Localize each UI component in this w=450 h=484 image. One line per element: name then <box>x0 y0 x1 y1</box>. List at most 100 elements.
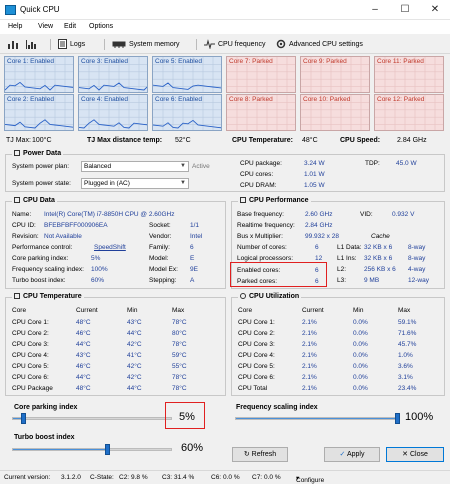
utilization-cell: 0.0% <box>353 363 368 370</box>
core-label: Core 11: Parked <box>377 58 424 65</box>
cpu-data-label: Revision: <box>12 233 39 240</box>
core-tile[interactable]: Core 3: Enabled <box>78 56 148 93</box>
gear-icon <box>276 39 286 49</box>
utilization-cell: 71.6% <box>398 330 417 337</box>
cpu-data-value: Intel(R) Core(TM) i7-8850H CPU @ 2.60GHz <box>44 211 175 218</box>
cache-value: 256 KB x 6 <box>364 266 396 273</box>
cpu-icon <box>240 197 246 204</box>
cpu-data-value: 60% <box>91 277 105 284</box>
core-tile[interactable]: Core 10: Parked <box>300 94 370 131</box>
system-memory-button[interactable]: System memory <box>112 38 180 51</box>
core-label: Core 9: Parked <box>303 58 347 65</box>
logs-button[interactable]: Logs <box>58 38 85 51</box>
utilization-cell: 3.1% <box>398 374 413 381</box>
frequency-scaling-slider[interactable] <box>235 413 400 424</box>
cpu-data-value: 6 <box>190 244 194 251</box>
core-tile[interactable]: Core 4: Enabled <box>78 94 148 131</box>
c2-value: 9.8 % <box>131 474 148 481</box>
base-frequency-value: 2.60 GHz <box>305 211 333 218</box>
highlight-box-cores <box>230 262 327 287</box>
core-tile[interactable]: Core 5: Enabled <box>152 56 222 93</box>
advanced-cpu-settings-button[interactable]: Advanced CPU settings <box>276 38 363 51</box>
core-tile[interactable]: Core 9: Parked <box>300 56 370 93</box>
frequency-scaling-label: Frequency scaling index <box>236 404 318 411</box>
temperature-cell: 43°C <box>76 352 91 359</box>
menu-options[interactable]: Options <box>89 23 113 30</box>
cache-assoc: 12-way <box>408 277 429 284</box>
checkmark-icon: ✓ <box>339 451 347 458</box>
c3-label: C3: <box>162 474 173 481</box>
power-state-select[interactable]: Plugged in (AC) ▼ <box>81 178 189 189</box>
cache-assoc: 4-way <box>408 266 426 273</box>
temperature-cell: 59°C <box>172 352 187 359</box>
core-label: Core 5: Enabled <box>155 58 202 65</box>
cpu-data-value: A <box>190 277 195 284</box>
apply-button[interactable]: ✓ Apply <box>324 447 380 462</box>
power-plan-select[interactable]: Balanced ▼ <box>81 161 189 172</box>
cpu-utilization-group: CPU Utilization Core Current Min Max CPU Cor… <box>231 293 445 396</box>
minimize-button[interactable]: – <box>360 0 390 20</box>
thermometer-icon <box>14 293 20 300</box>
utilization-cell: 2.1% <box>302 385 317 392</box>
cpu-frequency-button[interactable]: CPU frequency <box>204 38 265 51</box>
utilization-cell: 0.0% <box>353 341 368 348</box>
core-tile[interactable]: Core 1: Enabled <box>4 56 74 93</box>
power-state-label: System power state: <box>12 180 71 187</box>
configure-menu[interactable]: Configure ▾ <box>296 474 324 484</box>
core-tile[interactable]: Core 7: Parked <box>226 56 296 93</box>
cpu-performance-title: CPU Performance <box>238 197 311 204</box>
cpu-cores-power-label: CPU cores: <box>240 171 274 178</box>
temperature-cell: 46°C <box>76 330 91 337</box>
core-tile[interactable]: Core 8: Parked <box>226 94 296 131</box>
temperature-cell: CPU Core 3: <box>12 341 49 348</box>
number-of-cores-label: Number of cores: <box>237 244 287 251</box>
frequency-scaling-value: 100% <box>405 411 434 423</box>
version-label: Current version: <box>4 474 51 481</box>
vid-label: VID: <box>360 211 373 218</box>
core-tile[interactable]: Core 12: Parked <box>374 94 444 131</box>
temperature-cell: 44°C <box>76 341 91 348</box>
core-parking-thumb[interactable] <box>20 413 26 424</box>
turbo-boost-thumb[interactable] <box>105 444 111 455</box>
tdp-value: 45.0 W <box>396 160 417 167</box>
core-label: Core 4: Enabled <box>81 96 128 103</box>
cpu-dram-value: 1.05 W <box>304 182 325 189</box>
bar-chart-button[interactable] <box>7 38 22 51</box>
close-window-button[interactable]: ✕ <box>420 0 450 20</box>
cpu-data-value: Not Available <box>44 233 82 240</box>
app-icon <box>5 5 16 15</box>
cpu-data-value: 1/1 <box>190 222 200 229</box>
version-value: 3.1.2.0 <box>61 474 81 481</box>
utilization-cell: 2.1% <box>302 330 317 337</box>
menu-help[interactable]: Help <box>8 23 22 30</box>
core-tile[interactable]: Core 6: Enabled <box>152 94 222 131</box>
utilization-cell: 2.1% <box>302 319 317 326</box>
temperature-cell: CPU Core 4: <box>12 352 49 359</box>
refresh-button[interactable]: ↻ Refresh <box>232 447 288 462</box>
cpu-temperature-value: 48°C <box>302 137 318 144</box>
logs-label: Logs <box>70 41 86 48</box>
core-parking-slider[interactable] <box>12 413 172 424</box>
maximize-button[interactable]: ☐ <box>390 0 420 20</box>
utilization-header: Current <box>302 307 324 314</box>
toolbar: Logs System memory CPU frequency Advance… <box>0 34 450 54</box>
turbo-boost-slider[interactable] <box>12 444 172 455</box>
temperature-cell: 55°C <box>172 363 187 370</box>
close-icon: ✕ <box>402 451 410 458</box>
core-tile[interactable]: Core 2: Enabled <box>4 94 74 131</box>
menu-view[interactable]: View <box>38 23 53 30</box>
core-tile[interactable]: Core 11: Parked <box>374 56 444 93</box>
cache-value: 9 MB <box>364 277 380 284</box>
close-button[interactable]: ✕ Close <box>386 447 444 462</box>
frequency-scaling-thumb[interactable] <box>395 413 400 424</box>
menu-edit[interactable]: Edit <box>64 23 76 30</box>
temperature-header: Min <box>127 307 138 314</box>
cpu-package-label: CPU package: <box>240 160 282 167</box>
column-chart-button[interactable] <box>25 38 40 51</box>
advanced-cpu-settings-label: Advanced CPU settings <box>289 41 363 48</box>
utilization-cell: 0.0% <box>353 330 368 337</box>
pulse-icon <box>204 39 215 50</box>
performance-control-link[interactable]: SpeedShift <box>94 244 126 251</box>
utilization-cell: 0.0% <box>353 385 368 392</box>
utilization-cell: CPU Core 2: <box>238 330 275 337</box>
